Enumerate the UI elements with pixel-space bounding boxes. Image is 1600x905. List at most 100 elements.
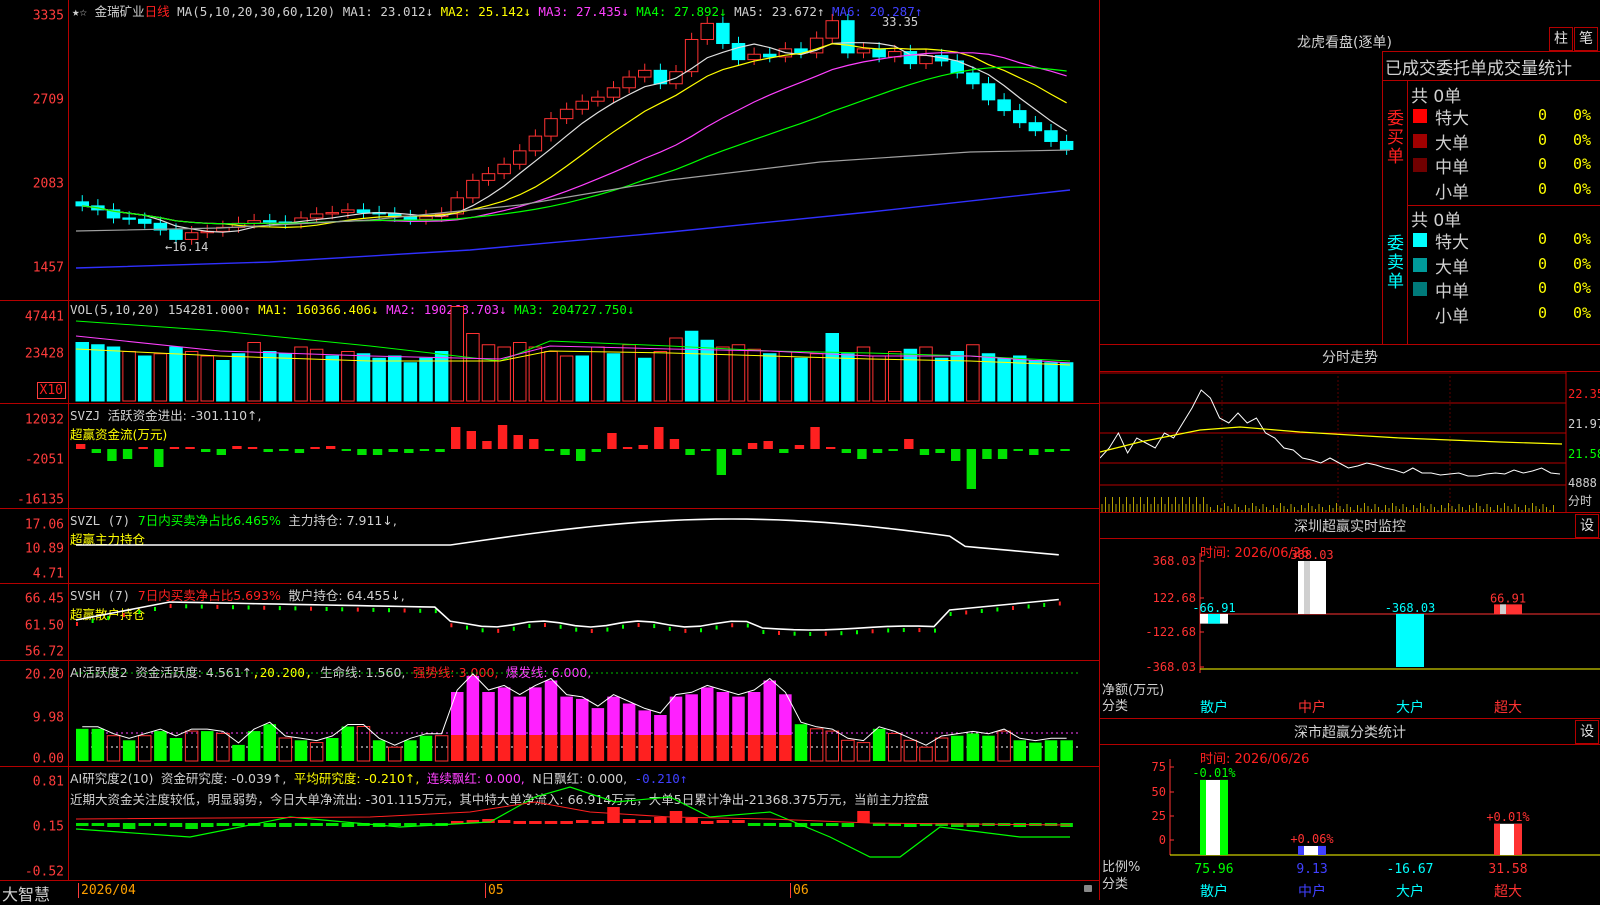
ai-research-chart[interactable] bbox=[70, 767, 1099, 880]
kline-panel[interactable]: 3335 2709 2083 1457 ★☆ 金瑞矿业日线 MA(5,10,20… bbox=[0, 0, 1099, 301]
fund-flow-bar bbox=[1013, 449, 1023, 451]
svzj-panel[interactable]: 12032 -2051 -16135 SVZJ 活跃资金进出: -301.110… bbox=[0, 404, 1099, 509]
intraday-avg-line bbox=[1100, 426, 1563, 453]
volume-bar bbox=[497, 346, 511, 402]
buy-row-count: 0 bbox=[1538, 130, 1548, 149]
candle bbox=[356, 209, 371, 214]
intraday-y-label: 21.97 bbox=[1568, 417, 1600, 431]
sz-monitor-chart[interactable]: 368.03 122.68 -122.68 -368.03 -66.91 散户 368.03… bbox=[1100, 513, 1600, 718]
volume-bar bbox=[91, 344, 105, 402]
tick-view-button[interactable]: 笔 bbox=[1574, 27, 1598, 51]
volume-bar bbox=[653, 351, 668, 402]
monitor-category: 散户 bbox=[1200, 699, 1228, 716]
monitor-bar-inner bbox=[1208, 614, 1220, 624]
retail-tick bbox=[1058, 601, 1061, 606]
candle bbox=[575, 100, 589, 110]
monitor-bar-label: 66.91 bbox=[1490, 591, 1526, 605]
volume-bar bbox=[1044, 362, 1058, 402]
volume-panel[interactable]: 47441 23428 X10 VOL(5,10,20) 154281.000↑… bbox=[0, 301, 1099, 404]
research-bar bbox=[294, 823, 308, 826]
sell-row-count: 0 bbox=[1538, 279, 1548, 297]
ma5-line bbox=[82, 42, 1067, 233]
volume-bar bbox=[559, 355, 574, 402]
activity-bar bbox=[466, 675, 480, 735]
svsh-panel[interactable]: 66.45 61.50 56.72 SVSH (7) 7日内买卖净占比5.693… bbox=[0, 584, 1099, 661]
fund-flow-bar bbox=[982, 449, 992, 459]
svzj-chart[interactable] bbox=[70, 404, 1099, 508]
activity-bar bbox=[232, 744, 245, 761]
sz-class-panel[interactable]: 深市超赢分类统计 设 时间: 2026/06/26 75 50 25 0 -0.01% 7… bbox=[1100, 719, 1600, 900]
monitor-bar bbox=[1494, 604, 1522, 614]
activity-bar bbox=[560, 735, 573, 761]
activity-bar bbox=[388, 746, 402, 762]
research-bar bbox=[747, 823, 761, 826]
monitor-y-label: 122.68 bbox=[1153, 591, 1196, 605]
activity-bar bbox=[669, 735, 683, 761]
sz-class-chart[interactable]: 75 50 25 0 -0.01% 75.96 散户 +0.06% 9.13 中户 -16.67 大户… bbox=[1100, 719, 1600, 900]
volume-bar bbox=[903, 348, 918, 402]
sz-monitor-panel[interactable]: 深圳超赢实时监控 设 时间: 2026/06/26 368.03 122.68 -1… bbox=[1100, 513, 1600, 719]
ai-activity-panel[interactable]: 20.20 9.98 0.00 AI活跃度2 资金活跃度: 4.561↑,20.… bbox=[0, 661, 1099, 767]
class-bar-inner bbox=[1298, 845, 1304, 855]
volume-bar bbox=[325, 355, 339, 402]
ai-research-panel[interactable]: 0.81 0.15 -0.52 AI研究度2(10) 资金研究度: -0.039… bbox=[0, 767, 1099, 880]
activity-bar bbox=[247, 731, 261, 761]
candle bbox=[544, 118, 558, 137]
research-bar bbox=[685, 818, 698, 823]
holding-line bbox=[76, 518, 1059, 556]
svsh-y-axis: 66.45 61.50 56.72 bbox=[0, 584, 69, 660]
fund-flow-bar bbox=[857, 449, 867, 459]
y-tick-label: -0.52 bbox=[24, 864, 64, 880]
intraday-panel[interactable]: 分时走势 22.35 21.97 21.58 4888 分时 bbox=[1100, 345, 1600, 513]
bar-view-button[interactable]: 柱 bbox=[1549, 27, 1573, 51]
monitor-category: 大户 bbox=[1396, 699, 1424, 716]
retail-tick bbox=[185, 604, 188, 609]
kline-chart[interactable] bbox=[70, 0, 1099, 300]
retail-tick bbox=[965, 610, 968, 615]
fund-flow-bar bbox=[1029, 449, 1039, 455]
candle bbox=[919, 55, 933, 65]
fund-flow-bar bbox=[810, 427, 820, 449]
activity-bar bbox=[747, 692, 761, 735]
fund-flow-bar bbox=[201, 449, 211, 452]
svzl-chart[interactable] bbox=[70, 509, 1099, 583]
volume-bar bbox=[684, 330, 699, 402]
y-tick-label: 12032 bbox=[24, 412, 64, 428]
candle bbox=[497, 163, 511, 175]
activity-bar bbox=[419, 735, 433, 761]
buy-row-count: 0 bbox=[1538, 155, 1548, 173]
retail-tick bbox=[122, 613, 125, 617]
sell-row-pct: 0% bbox=[1573, 279, 1592, 297]
candle bbox=[872, 48, 886, 58]
candle bbox=[1059, 140, 1074, 151]
svzl-panel[interactable]: 17.06 10.89 4.71 SVZL (7) 7日内买卖净占比6.465%… bbox=[0, 509, 1099, 584]
sz-monitor-xlabel: 分类 bbox=[1102, 699, 1129, 714]
sell-row-name: 特大 bbox=[1435, 233, 1469, 253]
activity-bar bbox=[184, 730, 199, 762]
activity-bar bbox=[513, 696, 526, 735]
lock-icon[interactable] bbox=[1084, 885, 1092, 892]
research-bar bbox=[326, 823, 339, 826]
buy-row-name: 特大 bbox=[1435, 109, 1469, 129]
volume-bar bbox=[1028, 360, 1043, 402]
activity-bar bbox=[685, 694, 698, 735]
volume-bar bbox=[153, 353, 168, 402]
activity-bar bbox=[654, 715, 667, 735]
volume-y-axis: 47441 23428 X10 bbox=[0, 301, 69, 403]
class-y-label: 0 bbox=[1159, 833, 1166, 847]
intraday-chart[interactable] bbox=[1100, 372, 1600, 512]
retail-tick bbox=[1012, 606, 1014, 610]
retail-tick bbox=[372, 607, 375, 612]
research-bar bbox=[638, 820, 651, 823]
volume-chart[interactable] bbox=[70, 301, 1099, 403]
ai-activity-chart[interactable] bbox=[70, 661, 1099, 766]
low-price-label: ←16.14 bbox=[165, 240, 209, 254]
activity-bar bbox=[372, 740, 386, 761]
research-bar bbox=[107, 823, 120, 827]
vol-ma-line bbox=[75, 320, 1071, 362]
retail-tick bbox=[949, 612, 952, 616]
svsh-chart[interactable] bbox=[70, 584, 1099, 660]
candle bbox=[184, 232, 199, 240]
sell-row-swatch bbox=[1413, 306, 1427, 321]
activity-bar bbox=[309, 742, 324, 762]
